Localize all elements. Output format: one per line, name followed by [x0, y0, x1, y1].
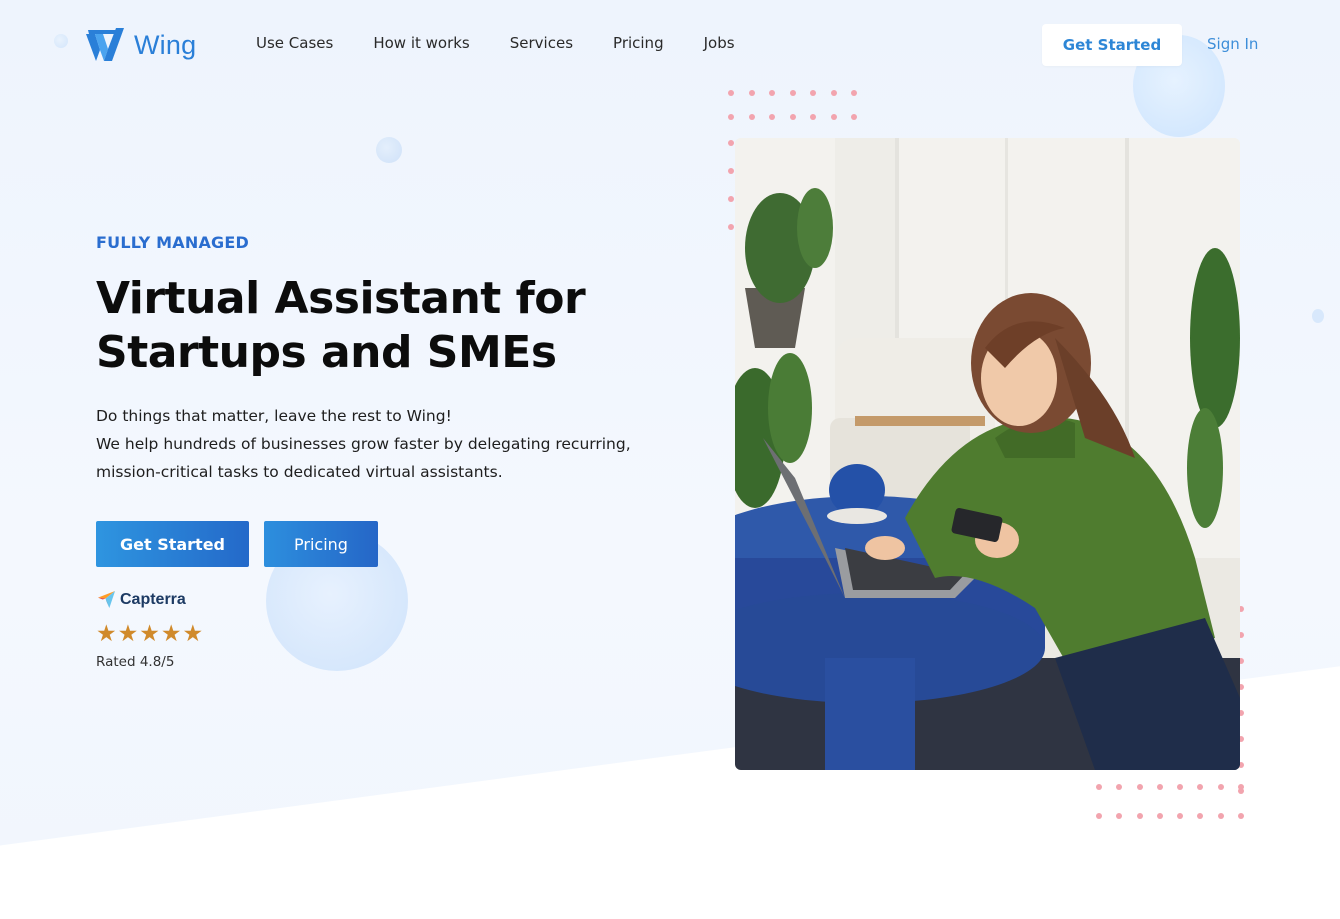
nav-link-jobs[interactable]: Jobs	[704, 34, 735, 52]
sign-in-link[interactable]: Sign In	[1207, 35, 1258, 53]
hero-get-started-button[interactable]: Get Started	[96, 521, 249, 567]
description-line-2: We help hundreds of businesses grow fast…	[96, 435, 631, 453]
rating-text: Rated 4.8/5	[96, 654, 175, 670]
decorative-dots	[1096, 784, 1245, 819]
logo[interactable]: Wing	[86, 28, 196, 62]
description-line-3: mission-critical tasks to dedicated virt…	[96, 463, 503, 481]
main-nav: Use Cases How it works Services Pricing …	[256, 34, 735, 52]
hero-photo	[735, 138, 1240, 770]
woman-laptop-illustration	[735, 138, 1240, 770]
capterra-arrow-icon	[97, 590, 116, 609]
capterra-badge[interactable]: Capterra	[97, 590, 186, 609]
nav-link-use-cases[interactable]: Use Cases	[256, 34, 333, 52]
brand-name: Wing	[134, 29, 197, 60]
star-icon: ★	[182, 621, 204, 647]
nav-link-services[interactable]: Services	[510, 34, 573, 52]
hero-description: Do things that matter, leave the rest to…	[96, 402, 696, 486]
nav-link-how-it-works[interactable]: How it works	[373, 34, 469, 52]
headline-line-1: Virtual Assistant for	[96, 273, 586, 324]
star-icon: ★	[117, 621, 139, 647]
nav-link-pricing[interactable]: Pricing	[613, 34, 664, 52]
decorative-bubble	[54, 34, 68, 48]
header-get-started-button[interactable]: Get Started	[1042, 24, 1182, 66]
wing-logo-icon	[86, 28, 124, 61]
star-icon: ★	[139, 621, 160, 647]
hero-pricing-button[interactable]: Pricing	[264, 521, 378, 567]
star-icon: ★	[96, 621, 117, 647]
decorative-bubble	[1312, 309, 1324, 323]
decorative-bubble	[376, 137, 402, 163]
rating-stars: ★ ★ ★ ★ ★	[96, 621, 203, 647]
description-line-1: Do things that matter, leave the rest to…	[96, 407, 452, 425]
hero-eyebrow: FULLY MANAGED	[96, 233, 249, 252]
star-icon: ★	[160, 621, 182, 647]
decorative-dots	[728, 140, 734, 230]
hero-headline: Virtual Assistant for Startups and SMEs	[96, 272, 676, 380]
decorative-dots	[728, 90, 857, 120]
headline-line-2: Startups and SMEs	[96, 327, 557, 378]
capterra-label: Capterra	[120, 590, 186, 608]
